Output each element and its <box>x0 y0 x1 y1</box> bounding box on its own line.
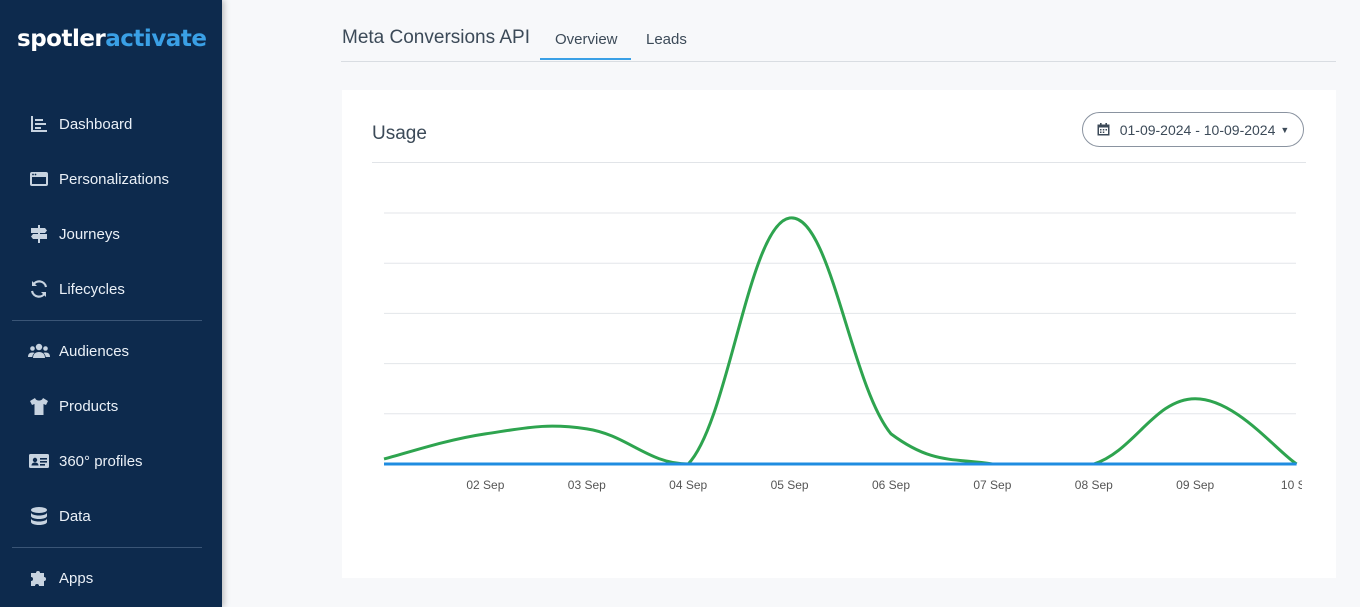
caret-down-icon: ▼ <box>1280 124 1290 135</box>
sidebar-item-label: Personalizations <box>59 170 170 188</box>
sidebar-item-dashboard[interactable]: Dashboard <box>28 112 132 136</box>
x-tick-label: 06 Sep <box>872 478 910 492</box>
x-tick-label: 10 Se <box>1281 478 1302 492</box>
refresh-icon <box>28 278 50 300</box>
dashboard-icon <box>28 113 50 135</box>
tshirt-icon <box>28 395 50 417</box>
sidebar: spotleractivate Dashboard Personalizatio… <box>0 0 222 607</box>
brand-logo[interactable]: spotleractivate <box>17 26 207 52</box>
tab-leads[interactable]: Leads <box>646 31 687 48</box>
database-icon <box>28 505 50 527</box>
sidebar-item-label: Dashboard <box>59 115 133 133</box>
sidebar-item-journeys[interactable]: Journeys <box>28 222 120 246</box>
usage-card: Usage 01-09-2024 - 10-09-2024 ▼ 02 Sep 03… <box>342 90 1336 578</box>
page-header: Meta Conversions API Overview Leads <box>341 0 1336 62</box>
tab-overview[interactable]: Overview <box>555 31 618 48</box>
sidebar-item-label: Apps <box>59 569 94 587</box>
sidebar-item-label: Journeys <box>59 225 120 243</box>
x-tick-label: 04 Sep <box>669 478 707 492</box>
calendar-icon <box>1097 123 1110 136</box>
sidebar-item-label: Data <box>59 507 91 525</box>
x-tick-label: 08 Sep <box>1075 478 1113 492</box>
sidebar-item-lifecycles[interactable]: Lifecycles <box>28 277 125 301</box>
card-divider <box>372 162 1306 163</box>
sidebar-item-label: Lifecycles <box>59 280 125 298</box>
sidebar-divider <box>12 320 202 321</box>
page-title: Meta Conversions API <box>342 27 530 48</box>
usage-chart: 02 Sep 03 Sep 04 Sep 05 Sep 06 Sep 07 Sep 08 S… <box>383 212 1302 492</box>
x-tick-label: 02 Sep <box>466 478 504 492</box>
date-range-picker[interactable]: 01-09-2024 - 10-09-2024 ▼ <box>1082 112 1304 147</box>
sidebar-item-products[interactable]: Products <box>28 394 118 418</box>
sidebar-item-personalizations[interactable]: Personalizations <box>28 167 169 191</box>
sidebar-item-label: Audiences <box>59 342 130 360</box>
x-tick-label: 03 Sep <box>568 478 606 492</box>
id-card-icon <box>28 450 50 472</box>
signpost-icon <box>28 223 50 245</box>
puzzle-icon <box>28 567 50 589</box>
sidebar-divider <box>12 547 202 548</box>
series-line-green <box>383 216 1298 466</box>
sidebar-item-label: 360° profiles <box>59 452 143 470</box>
sidebar-item-360-profiles[interactable]: 360° profiles <box>28 449 143 473</box>
browser-window-icon <box>28 168 50 190</box>
x-tick-label: 07 Sep <box>973 478 1011 492</box>
active-tab-indicator <box>540 58 631 60</box>
sidebar-item-apps[interactable]: Apps <box>28 566 93 590</box>
sidebar-item-data[interactable]: Data <box>28 504 91 528</box>
date-range-value: 01-09-2024 - 10-09-2024 <box>1119 121 1276 138</box>
x-tick-label: 09 Sep <box>1176 478 1214 492</box>
sidebar-item-label: Products <box>59 397 119 415</box>
users-icon <box>28 340 50 362</box>
sidebar-item-audiences[interactable]: Audiences <box>28 339 129 363</box>
card-title: Usage <box>372 123 427 144</box>
x-tick-label: 05 Sep <box>771 478 809 492</box>
